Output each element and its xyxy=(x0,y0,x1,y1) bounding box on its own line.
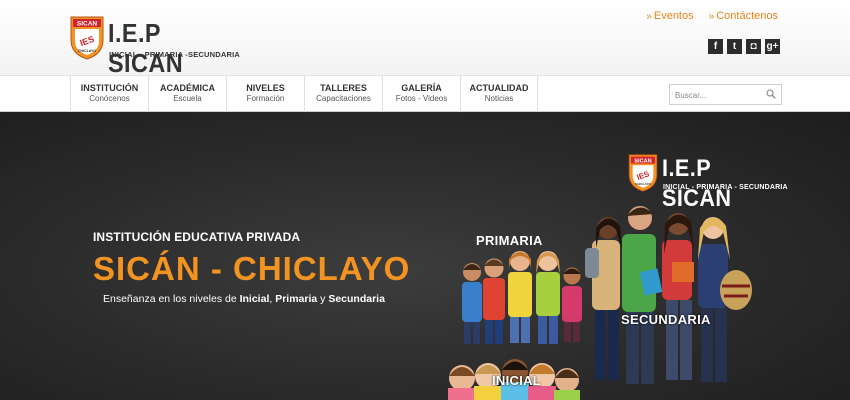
hero-desc-y: y xyxy=(317,293,329,305)
nav-item-title: TALLERES xyxy=(320,83,367,93)
search-box xyxy=(669,84,782,105)
search-input[interactable] xyxy=(670,86,762,105)
hero-logo: SICAN IES CHICLAYO I.E.P SICAN INICIAL -… xyxy=(628,154,788,212)
instagram-icon[interactable]: ◘ xyxy=(746,39,761,54)
events-link[interactable]: » Eventos xyxy=(646,10,693,22)
shield-logo-icon: SICAN IES CHICLAYO xyxy=(70,16,104,60)
top-links: » Eventos » Contáctenos xyxy=(634,10,778,22)
nav-item-title: ACADÉMICA xyxy=(160,83,215,93)
shield-bottom-text: CHICLAYO xyxy=(78,49,97,53)
contact-link-label: Contáctenos xyxy=(716,10,778,22)
hero-banner: INSTITUCIÓN EDUCATIVA PRIVADA SICÁN - CH… xyxy=(0,112,850,400)
social-links: f t ◘ g+ xyxy=(708,39,780,54)
nav-item-title: NIVELES xyxy=(246,83,285,93)
nav-item-academica[interactable]: ACADÉMICA Escuela xyxy=(148,76,226,112)
label-primaria: PRIMARIA xyxy=(476,233,543,248)
brand-tagline: INICIAL - PRIMARIA -SECUNDARIA xyxy=(109,50,240,59)
events-link-label: Eventos xyxy=(653,10,694,22)
main-navbar: INSTITUCIÓN Conócenos ACADÉMICA Escuela … xyxy=(0,75,850,112)
shield-top-text: SICAN xyxy=(77,21,98,28)
main-nav: INSTITUCIÓN Conócenos ACADÉMICA Escuela … xyxy=(70,76,538,112)
hero-desc-prefix: Enseñanza en los niveles de xyxy=(103,293,240,305)
hero-logo-tagline: INICIAL - PRIMARIA - SECUNDARIA xyxy=(663,184,788,191)
shield-logo-icon: SICAN IES CHICLAYO xyxy=(628,154,658,192)
shield-bottom-text: CHICLAYO xyxy=(635,182,651,186)
secondary-students-image xyxy=(585,206,752,384)
students-photo xyxy=(448,206,752,400)
google-plus-icon[interactable]: g+ xyxy=(765,39,780,54)
nav-item-subtitle: Fotos - Videos xyxy=(395,94,448,103)
nav-item-subtitle: Capacitaciones xyxy=(316,94,371,103)
brand-name: I.E.P SICAN xyxy=(108,18,184,78)
nav-item-subtitle: Formación xyxy=(246,94,285,103)
twitter-icon[interactable]: t xyxy=(727,39,742,54)
shield-top-text: SICAN xyxy=(634,158,651,164)
nav-item-title: ACTUALIDAD xyxy=(469,83,529,93)
chevron-right-icon: » xyxy=(708,11,715,22)
nav-item-actualidad[interactable]: ACTUALIDAD Noticias xyxy=(460,76,538,112)
nav-item-institucion[interactable]: INSTITUCIÓN Conócenos xyxy=(70,76,148,112)
nav-item-galeria[interactable]: GALERÍA Fotos - Videos xyxy=(382,76,460,112)
hero-desc-inicial: Inicial xyxy=(239,293,270,305)
label-secundaria: SECUNDARIA xyxy=(621,312,711,327)
label-inicial: INICIAL xyxy=(492,373,542,388)
nav-item-subtitle: Noticias xyxy=(484,94,514,103)
nav-item-talleres[interactable]: TALLERES Capacitaciones xyxy=(304,76,382,112)
nav-item-subtitle: Escuela xyxy=(173,94,202,103)
hero-description: Enseñanza en los niveles de Inicial, Pri… xyxy=(103,293,385,305)
site-header: SICAN IES CHICLAYO I.E.P SICAN INICIAL -… xyxy=(0,0,850,78)
nav-item-niveles[interactable]: NIVELES Formación xyxy=(226,76,304,112)
nav-item-title: INSTITUCIÓN xyxy=(80,83,139,93)
facebook-icon[interactable]: f xyxy=(708,39,723,54)
nav-item-title: GALERÍA xyxy=(401,83,442,93)
chevron-right-icon: » xyxy=(646,11,652,22)
contact-link[interactable]: » Contáctenos xyxy=(709,10,778,22)
hero-desc-secundaria: Secundaria xyxy=(328,293,385,305)
hero-desc-primaria: Primaria xyxy=(275,293,318,305)
site-logo[interactable]: SICAN IES CHICLAYO I.E.P SICAN INICIAL -… xyxy=(70,16,240,78)
hero-title: SICÁN - CHICLAYO xyxy=(93,250,411,287)
nav-item-subtitle: Conócenos xyxy=(89,94,130,103)
search-icon[interactable] xyxy=(766,89,776,99)
hero-kicker: INSTITUCIÓN EDUCATIVA PRIVADA xyxy=(93,230,301,244)
primary-students-image xyxy=(462,251,582,344)
